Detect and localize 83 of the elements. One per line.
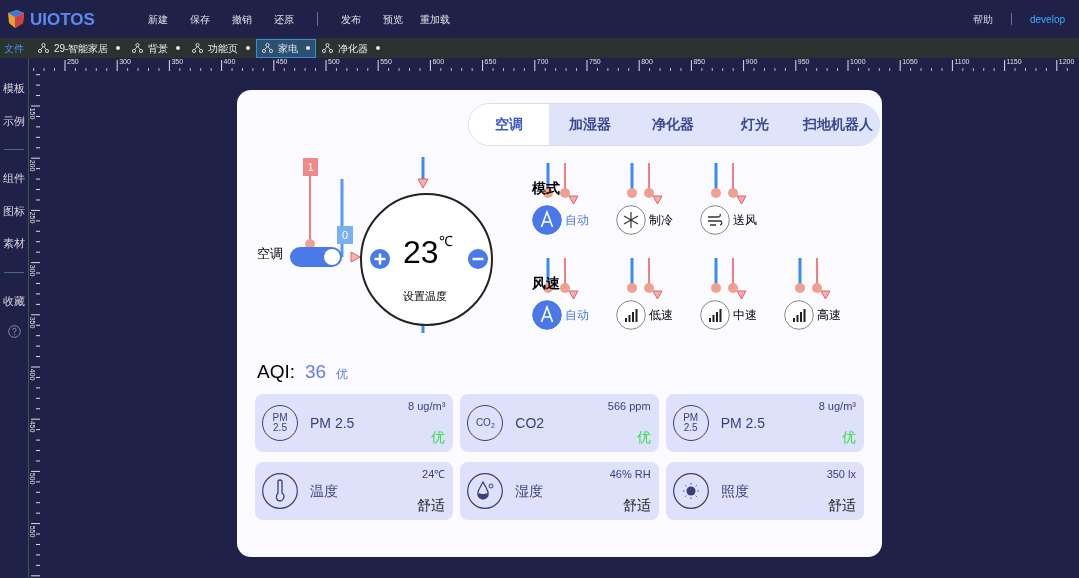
section-title: 模式 [532, 179, 561, 198]
sensor-name: PM 2.5 [310, 413, 355, 433]
menu-item[interactable]: 发布 [329, 11, 372, 27]
sensor-status: 优 [431, 428, 446, 447]
sensor-reading: 8 ug/m³ [408, 399, 446, 414]
menu-item[interactable]: 新建 [136, 11, 179, 27]
logo-text: UIOTOS [30, 10, 95, 28]
editor-tab[interactable]: 29-智能家居 [32, 38, 127, 58]
option-label[interactable]: 中速 [733, 306, 757, 324]
menu-item[interactable]: 预览 [371, 11, 414, 27]
thermometer-icon [262, 473, 298, 509]
user-name[interactable]: develop [1029, 11, 1065, 27]
sidebar-item[interactable]: 素材 [3, 235, 25, 252]
sensor-name: 温度 [310, 481, 338, 501]
device-tab[interactable]: 空调 [469, 104, 549, 145]
sensor-status: 舒适 [417, 496, 446, 515]
device-tab[interactable]: 加湿器 [549, 104, 632, 145]
water-drop-icon [467, 473, 504, 509]
tree-icon [262, 43, 274, 53]
sensor-status: 舒适 [828, 496, 856, 515]
sensor-reading: 350 lx [826, 467, 856, 482]
sidebar-item[interactable]: 示例 [3, 112, 25, 129]
sensor-name: CO2 [515, 413, 545, 433]
option-label[interactable]: 低速 [649, 306, 673, 324]
sidebar-item[interactable]: 收藏 [3, 292, 25, 309]
sidebar-item[interactable]: 文件 [0, 40, 28, 56]
editor-tab[interactable]: 净化器 [316, 38, 387, 58]
snowflake-icon[interactable] [616, 205, 646, 235]
plus-button[interactable] [370, 249, 390, 269]
signal-bars-icon[interactable] [784, 300, 814, 330]
option-label[interactable]: 高速 [817, 306, 841, 324]
section-title: 风速 [532, 274, 561, 293]
value-badge: 1 [303, 158, 318, 176]
menu-item[interactable]: 撤销 [220, 11, 263, 27]
aqi-value: 36 [305, 360, 327, 384]
sensor-reading: 24℃ [422, 467, 446, 482]
signal-bars-icon[interactable] [616, 300, 646, 330]
sensor-name: 湿度 [515, 481, 544, 501]
editor-tab[interactable]: 背景 [126, 38, 187, 58]
temperature-unit: ℃ [438, 234, 453, 248]
wind-icon[interactable] [700, 205, 730, 235]
sensor-reading: 566 ppm [607, 399, 651, 414]
sensor-status: 舒适 [622, 496, 651, 515]
sensor-name: PM 2.5 [720, 413, 765, 433]
tree-icon [192, 43, 204, 53]
tree-icon [322, 43, 334, 53]
tree-icon [132, 43, 144, 53]
sensor-name: 照度 [720, 481, 749, 501]
power-toggle[interactable] [290, 247, 342, 267]
aqi-label: AQI: [257, 360, 295, 384]
auto-mode-icon[interactable] [532, 205, 562, 235]
aqi-grade: 优 [336, 366, 349, 383]
sidebar-item[interactable]: 组件 [3, 170, 25, 187]
auto-mode-icon[interactable] [532, 300, 562, 330]
sun-icon [672, 473, 709, 509]
menu-item[interactable]: 重加载 [413, 11, 456, 27]
help-icon[interactable] [7, 325, 21, 338]
signal-bars-icon[interactable] [700, 300, 730, 330]
sensor-status: 优 [636, 428, 651, 447]
sensor-status: 优 [842, 428, 856, 447]
option-label[interactable]: 送风 [733, 211, 757, 229]
device-tab[interactable]: 扫地机器人 [796, 104, 879, 145]
device-tab[interactable]: 灯光 [714, 104, 797, 145]
menu-item[interactable]: 还原 [262, 11, 305, 27]
minus-button[interactable] [468, 249, 488, 269]
option-label[interactable]: 自动 [565, 306, 589, 324]
sensor-reading: 8 ug/m³ [818, 399, 856, 414]
device-label: 空调 [257, 245, 283, 263]
editor-tab[interactable]: 功能页 [186, 38, 257, 58]
dial-caption: 设置温度 [403, 289, 447, 304]
logo-icon [6, 9, 26, 29]
tree-icon [38, 43, 49, 53]
help-menu[interactable]: 帮助 [972, 11, 993, 27]
temperature-value: 23 [403, 236, 439, 268]
sidebar-item[interactable]: 模板 [3, 80, 25, 97]
editor-tab[interactable]: 家电 [256, 38, 317, 58]
value-badge: 0 [337, 226, 353, 244]
device-tab[interactable]: 净化器 [631, 104, 714, 145]
option-label[interactable]: 自动 [565, 211, 589, 229]
menu-item[interactable]: 保存 [178, 11, 221, 27]
option-label[interactable]: 制冷 [649, 211, 673, 229]
sidebar-item[interactable]: 图标 [3, 202, 25, 219]
sensor-reading: 46% RH [609, 467, 651, 482]
